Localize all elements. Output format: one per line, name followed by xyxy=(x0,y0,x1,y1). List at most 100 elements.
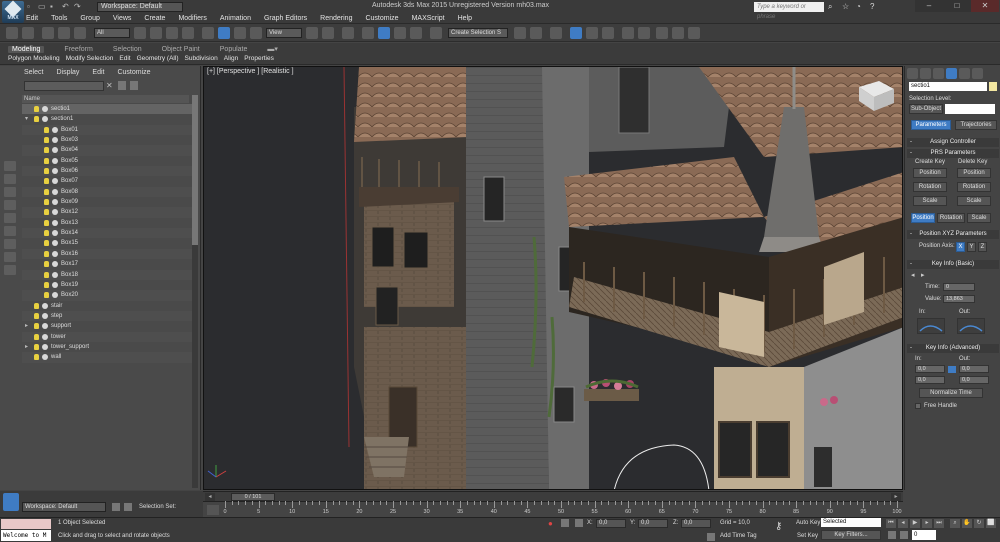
visibility-bulb-icon[interactable] xyxy=(44,281,49,288)
time-tag-icon[interactable] xyxy=(707,533,715,541)
object-name-field[interactable]: sectio1 xyxy=(909,82,987,91)
explorer-menu-select[interactable]: Select xyxy=(24,69,43,76)
normalize-time-button[interactable]: Normalize Time xyxy=(919,388,983,398)
explorer-filter-icon[interactable] xyxy=(4,239,16,249)
panel-polygon-modeling[interactable]: Polygon Modeling xyxy=(8,55,60,62)
open-mini-curve-editor-icon[interactable] xyxy=(207,505,219,515)
visibility-bulb-icon[interactable] xyxy=(44,219,49,226)
create-rotation-key-button[interactable]: Rotation xyxy=(913,182,947,192)
explorer-search-input[interactable] xyxy=(24,81,104,91)
tab-freeform[interactable]: Freeform xyxy=(64,46,92,53)
tree-row-box05[interactable]: Box05 xyxy=(22,156,192,166)
explorer-filter-icon[interactable] xyxy=(4,213,16,223)
explorer-filter-icon[interactable] xyxy=(4,252,16,262)
panel-modify-selection[interactable]: Modify Selection xyxy=(66,55,114,62)
axis-x-button[interactable]: X xyxy=(956,242,965,252)
tree-row-step[interactable]: step xyxy=(22,310,192,322)
visibility-bulb-icon[interactable] xyxy=(44,188,49,195)
key-info-advanced-rollout[interactable]: Key Info (Advanced) xyxy=(907,344,999,353)
help-icon[interactable]: ? xyxy=(870,2,874,12)
time-slider-prev-icon[interactable]: ◂ xyxy=(205,493,215,501)
panel-geometry[interactable]: Geometry (All) xyxy=(137,55,179,62)
next-frame-icon[interactable]: ▸ xyxy=(922,519,932,528)
selection-lock-icon[interactable] xyxy=(561,519,569,527)
key-icon[interactable]: ⚷ xyxy=(775,521,782,532)
explorer-filter-icon[interactable] xyxy=(4,200,16,210)
visibility-bulb-icon[interactable] xyxy=(44,126,49,133)
menu-edit[interactable]: Edit xyxy=(26,15,38,22)
column-header-name[interactable]: Name xyxy=(22,95,189,103)
time-slider-next-icon[interactable]: ▸ xyxy=(891,493,901,501)
find-icon[interactable] xyxy=(118,81,126,90)
sub-object-button[interactable]: Sub-Object xyxy=(909,104,943,114)
schematic-view-icon[interactable] xyxy=(622,27,634,39)
tree-row-box20[interactable]: Box20 xyxy=(22,290,192,301)
trajectories-button[interactable]: Trajectories xyxy=(955,120,997,130)
advanced-out-value-1[interactable]: 0,0 xyxy=(959,365,989,373)
explorer-filter-icon[interactable] xyxy=(4,187,16,197)
visibility-bulb-icon[interactable] xyxy=(34,302,39,309)
advanced-in-value-1[interactable]: 0,0 xyxy=(915,365,945,373)
menu-group[interactable]: Group xyxy=(80,15,99,22)
render-setup-icon[interactable] xyxy=(656,27,668,39)
visibility-bulb-icon[interactable] xyxy=(44,209,49,216)
delete-scale-key-button[interactable]: Scale xyxy=(957,196,991,206)
explorer-menu-customize[interactable]: Customize xyxy=(117,69,150,76)
visibility-bulb-icon[interactable] xyxy=(34,343,39,350)
menu-graph-editors[interactable]: Graph Editors xyxy=(264,15,307,22)
snaps-toggle-icon[interactable] xyxy=(362,27,374,39)
prs-parameters-rollout[interactable]: PRS Parameters xyxy=(907,149,999,158)
user-icon[interactable]: ◔ xyxy=(856,2,861,12)
new-file-icon[interactable]: ▫ xyxy=(27,2,30,12)
hierarchy-panel-icon[interactable] xyxy=(933,68,944,79)
set-key-button[interactable]: Set Key xyxy=(797,533,818,539)
tab-selection[interactable]: Selection xyxy=(113,46,142,53)
window-crossing-icon[interactable] xyxy=(182,27,194,39)
tree-row-support[interactable]: ▸ support xyxy=(22,321,192,331)
visibility-bulb-icon[interactable] xyxy=(34,323,39,330)
visibility-bulb-icon[interactable] xyxy=(44,168,49,175)
current-frame-field[interactable]: 0 xyxy=(912,530,936,540)
menu-views[interactable]: Views xyxy=(113,15,132,22)
select-by-name-icon[interactable] xyxy=(150,27,162,39)
auto-key-button[interactable]: Auto Key xyxy=(796,520,820,526)
layer-icon[interactable] xyxy=(112,503,120,511)
key-filters-button[interactable]: Key Filters... xyxy=(821,530,881,540)
percent-snap-icon[interactable] xyxy=(394,27,406,39)
key-mode-toggle-icon[interactable] xyxy=(888,531,896,539)
selection-filter-dropdown[interactable]: All xyxy=(94,28,130,38)
tree-row-box16[interactable]: Box16 xyxy=(22,248,192,260)
create-panel-icon[interactable] xyxy=(907,68,918,79)
visibility-bulb-icon[interactable] xyxy=(34,333,39,340)
menu-modifiers[interactable]: Modifiers xyxy=(178,15,206,22)
position-xyz-rollout[interactable]: Position XYZ Parameters xyxy=(907,230,999,239)
curve-editor-icon[interactable] xyxy=(602,27,614,39)
visibility-bulb-icon[interactable] xyxy=(44,137,49,144)
maxscript-listener-icon[interactable] xyxy=(3,493,19,511)
rotate-icon[interactable] xyxy=(218,27,230,39)
visibility-bulb-icon[interactable] xyxy=(44,240,49,247)
key-info-basic-rollout[interactable]: Key Info (Basic) xyxy=(907,260,999,269)
panel-edit[interactable]: Edit xyxy=(119,55,130,62)
link-icon[interactable] xyxy=(42,27,54,39)
menu-create[interactable]: Create xyxy=(144,15,165,22)
panel-subdivision[interactable]: Subdivision xyxy=(185,55,218,62)
panel-align[interactable]: Align xyxy=(224,55,238,62)
display-panel-icon[interactable] xyxy=(959,68,970,79)
visibility-bulb-icon[interactable] xyxy=(44,292,49,299)
material-editor-icon[interactable] xyxy=(638,27,650,39)
time-spinner[interactable]: 0 xyxy=(943,283,975,291)
tree-row-box09[interactable]: Box09 xyxy=(22,197,192,207)
binoculars-icon[interactable]: ⌕ xyxy=(828,2,832,12)
isolate-selection-icon[interactable]: ● xyxy=(548,519,553,528)
tree-row-box01[interactable]: Box01 xyxy=(22,124,192,136)
menu-rendering[interactable]: Rendering xyxy=(320,15,352,22)
workspace-bottom-dropdown[interactable]: Workspace: Default xyxy=(22,502,106,512)
object-color-swatch[interactable] xyxy=(989,82,997,91)
visibility-bulb-icon[interactable] xyxy=(34,106,39,112)
time-configuration-icon[interactable] xyxy=(900,531,908,539)
out-tangent-type-icon[interactable] xyxy=(957,318,985,334)
tree-row-box06[interactable]: Box06 xyxy=(22,166,192,177)
search-input[interactable]: Type a keyword or phrase xyxy=(754,2,824,20)
sub-object-dropdown[interactable] xyxy=(945,104,995,114)
